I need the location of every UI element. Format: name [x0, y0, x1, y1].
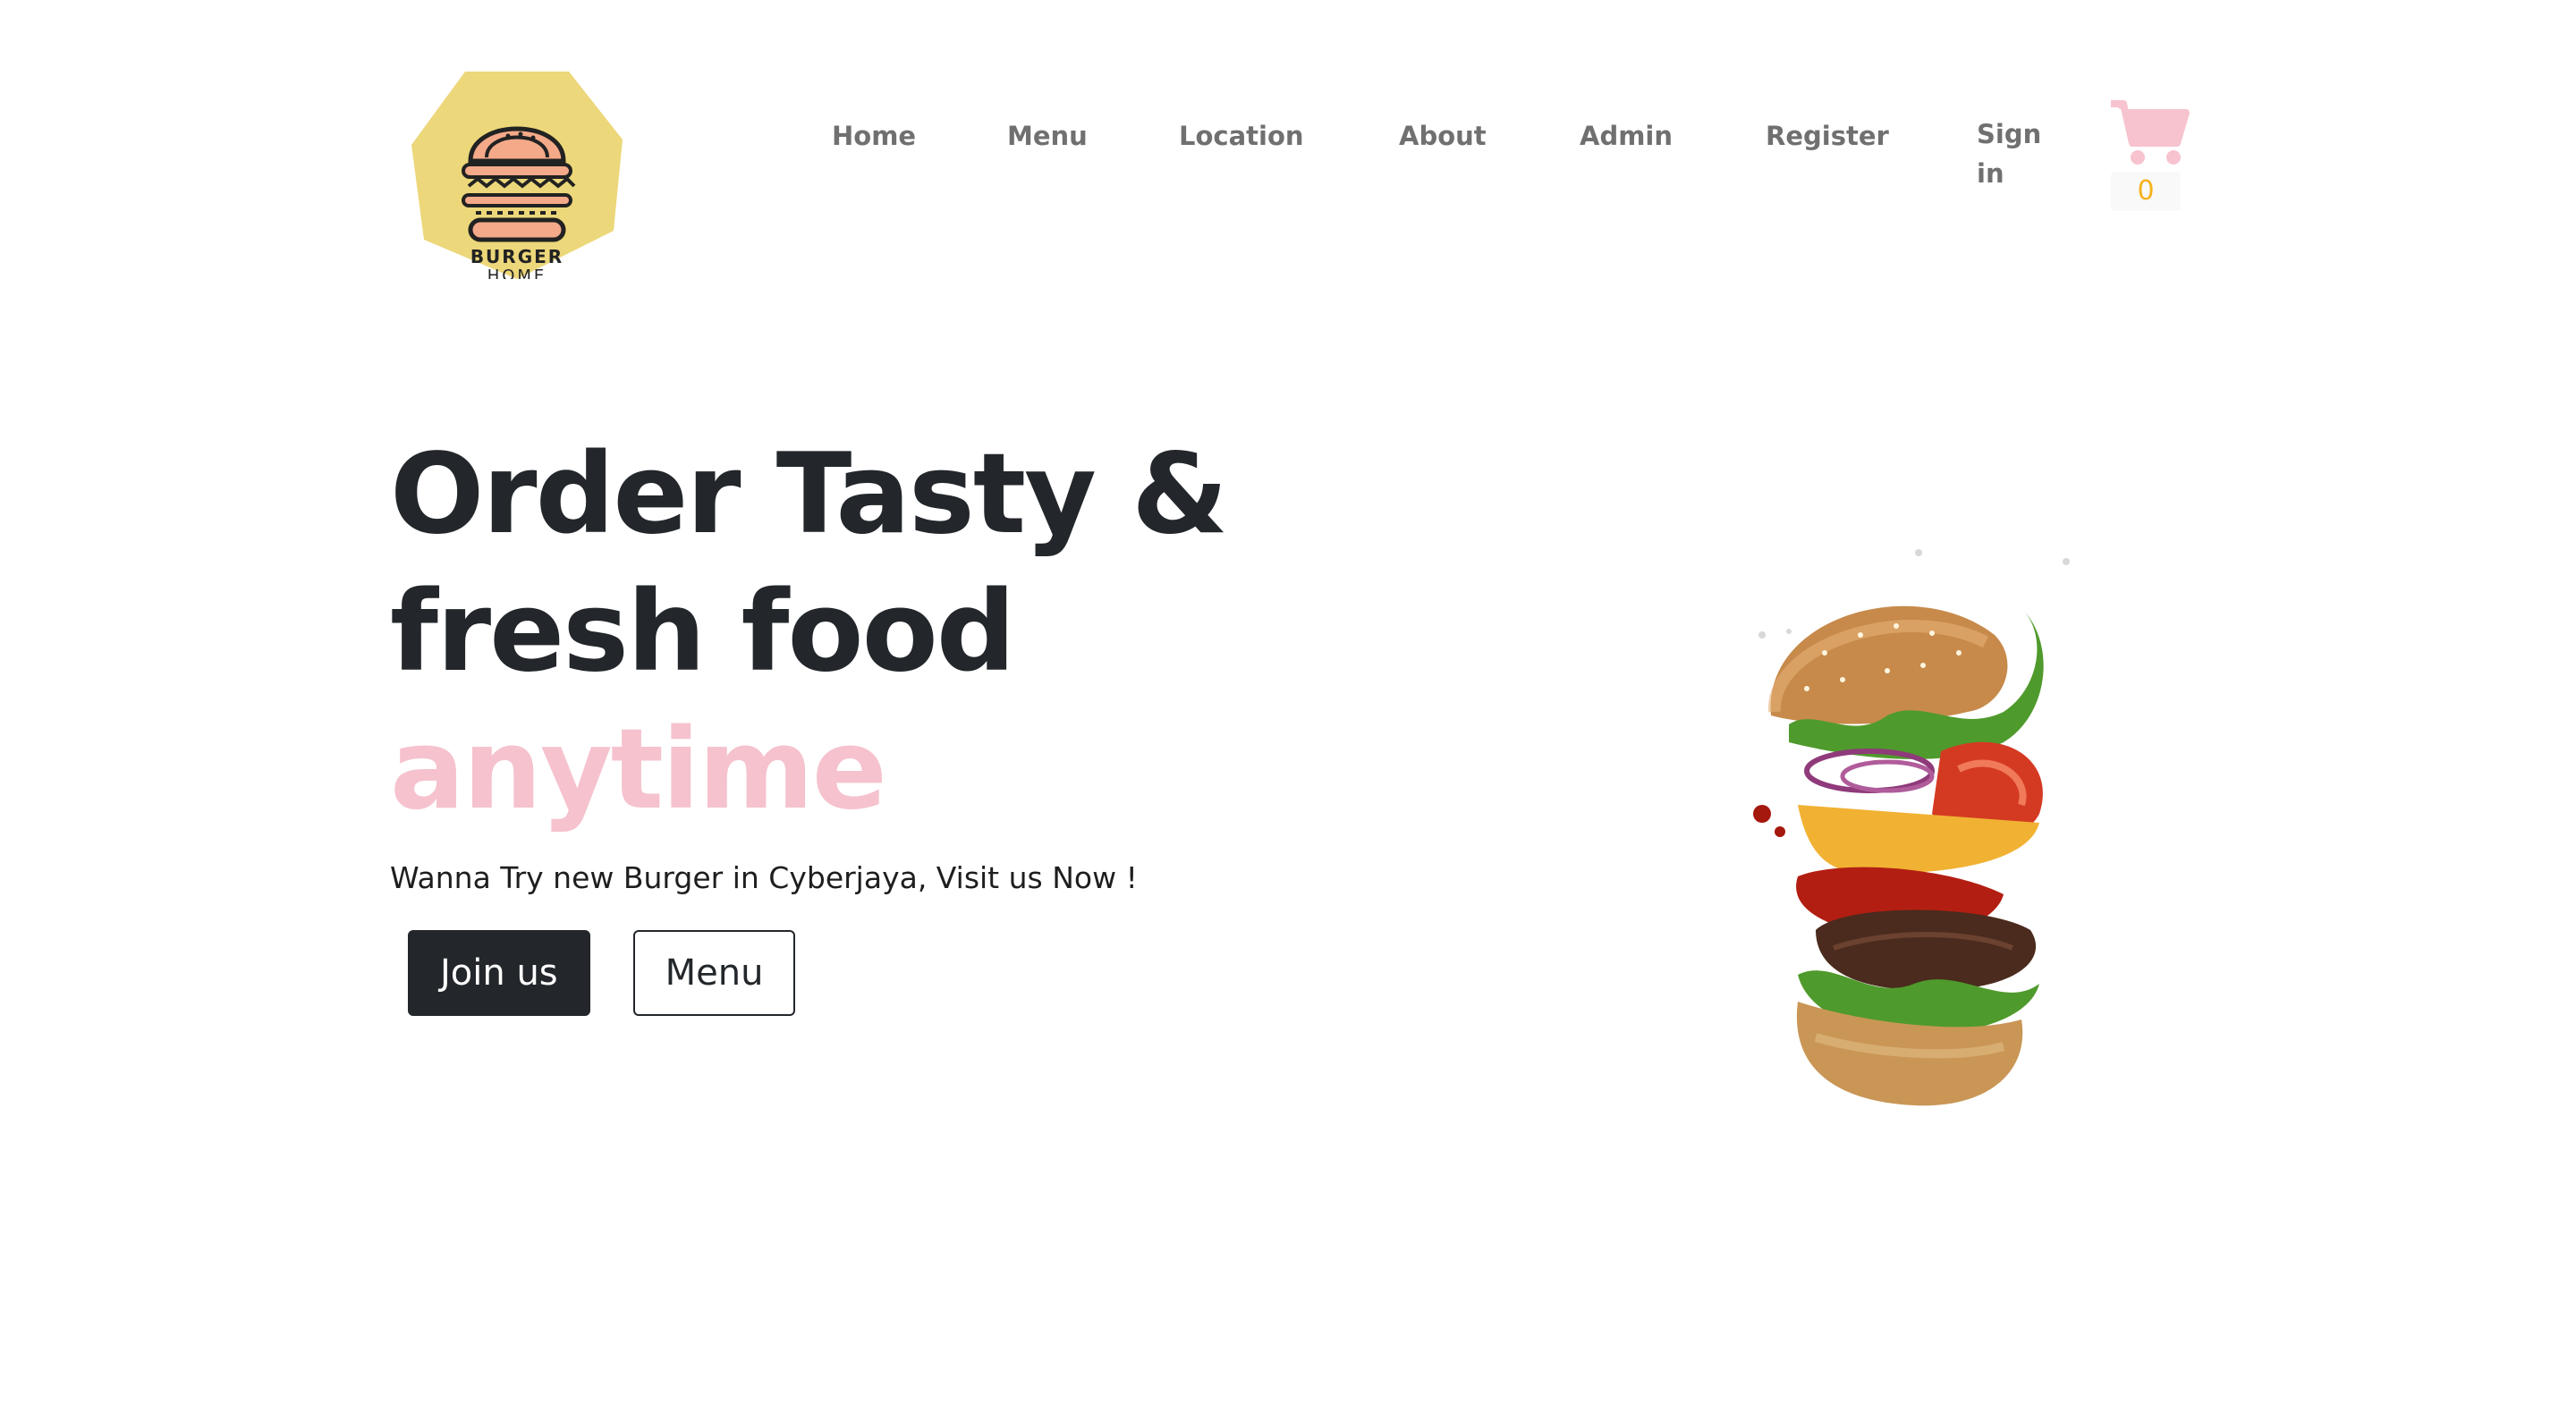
burger-image — [1735, 537, 2093, 1109]
nav-link-about[interactable]: About — [1399, 118, 1487, 154]
hero-headline: Order Tasty & fresh food anytime — [390, 426, 1463, 839]
nav-link-register[interactable]: Register — [1766, 118, 1889, 154]
cart-count-badge: 0 — [2111, 172, 2181, 211]
shopping-cart-icon — [2109, 98, 2190, 168]
main-navigation: Home Menu Location About Admin Register … — [0, 0, 2576, 295]
hero-buttons: Join us Menu — [408, 930, 796, 1016]
landing-page: BURGER HOME Home Menu Location About Adm… — [0, 0, 2576, 1413]
cart-button[interactable]: 0 — [2109, 98, 2190, 215]
nav-link-location[interactable]: Location — [1179, 118, 1304, 154]
headline-accent: anytime — [390, 706, 887, 834]
menu-button[interactable]: Menu — [632, 930, 796, 1016]
headline-line-1: Order Tasty & — [390, 430, 1228, 559]
nav-link-home[interactable]: Home — [832, 118, 916, 154]
nav-link-admin[interactable]: Admin — [1580, 118, 1673, 154]
hero-subtitle: Wanna Try new Burger in Cyberjaya, Visit… — [390, 860, 1138, 895]
hero-section: Order Tasty & fresh food anytime Wanna T… — [390, 426, 1463, 898]
join-us-button[interactable]: Join us — [408, 930, 590, 1016]
nav-link-menu[interactable]: Menu — [1007, 118, 1088, 154]
headline-line-2: fresh food — [390, 568, 1016, 697]
nav-link-sign-in[interactable]: Sign in — [1977, 114, 2048, 193]
